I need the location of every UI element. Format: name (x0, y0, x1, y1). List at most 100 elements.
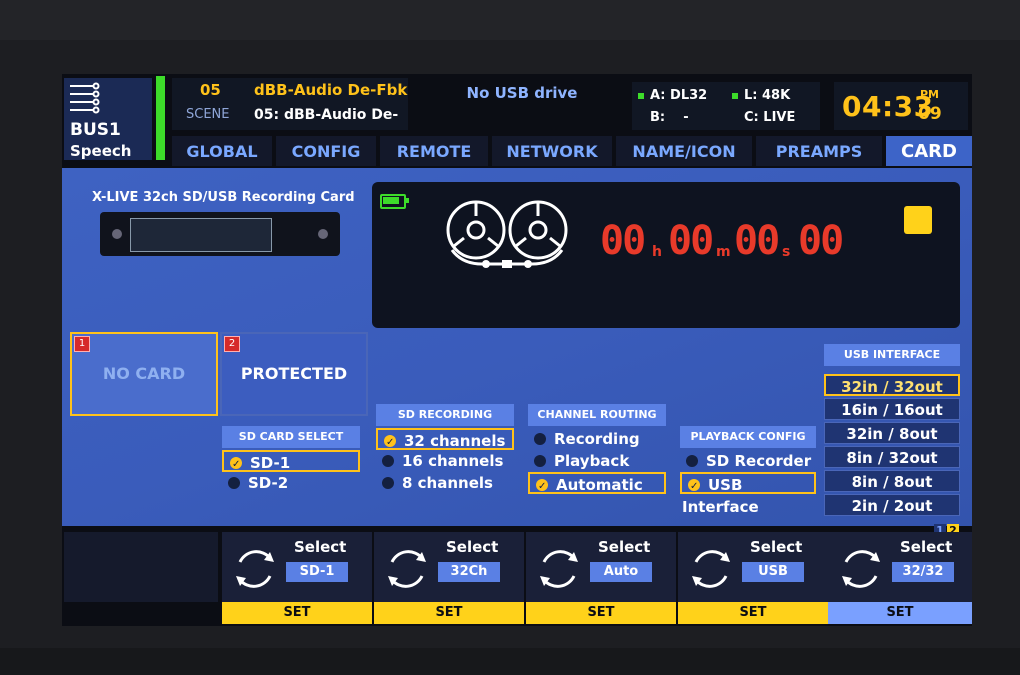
scene-label: SCENE (186, 107, 230, 122)
encoder-bar: 1 2 Select SD-1 SET Select 32Ch SET Sele… (62, 524, 972, 626)
scene-name: dBB-Audio De-Fbk (254, 81, 408, 99)
radio-off-icon (534, 432, 546, 445)
usb-option-32in-8out[interactable]: 32in / 8out (824, 422, 960, 444)
slot-number: 1 (74, 336, 90, 352)
rotary-encoder-icon (842, 550, 880, 588)
sd-slot-2[interactable]: 2 PROTECTED (220, 332, 368, 416)
option-32-channels[interactable]: 32 channels (376, 428, 514, 454)
set-button-3[interactable]: SET (526, 602, 676, 624)
card-title: X-LIVE 32ch SD/USB Recording Card (92, 190, 355, 205)
timecode-minutes: 00 (668, 218, 714, 264)
option-16-channels[interactable]: 16 channels (376, 450, 514, 472)
stop-button[interactable] (904, 206, 932, 234)
battery-icon (380, 194, 409, 209)
card-page: X-LIVE 32ch SD/USB Recording Card 00 h 0… (62, 168, 972, 526)
radio-on-icon (230, 454, 242, 476)
recording-card-icon (100, 212, 340, 256)
io-l: L: 48K (732, 88, 790, 103)
sd-slot-1[interactable]: 1 NO CARD (70, 332, 218, 416)
option-recording[interactable]: Recording (528, 428, 666, 450)
scene-number: 05 (200, 81, 221, 99)
encoder-label: Select (446, 538, 499, 556)
radio-on-icon (688, 476, 700, 498)
tab-name-icon[interactable]: NAME/ICON (616, 136, 752, 166)
usb-option-8in-32out[interactable]: 8in / 32out (824, 446, 960, 468)
usb-option-2in-2out[interactable]: 2in / 2out (824, 494, 960, 516)
rotary-encoder-icon (540, 550, 578, 588)
rotary-encoder-icon (692, 550, 730, 588)
bezel-top (0, 0, 1020, 40)
option-usb-interface[interactable]: USB Interface (680, 472, 816, 516)
encoder-label: Select (900, 538, 953, 556)
set-button-1[interactable]: SET (222, 602, 372, 624)
bus-list-icon (70, 82, 100, 114)
slot-number: 2 (224, 336, 240, 352)
usb-option-16in-16out[interactable]: 16in / 16out (824, 398, 960, 420)
encoder-value: SD-1 (286, 562, 348, 582)
bus-sub: Speech (70, 142, 132, 160)
encoder-1[interactable]: Select SD-1 (222, 532, 372, 602)
tab-card[interactable]: CARD (886, 136, 972, 166)
timecode-h-unit: h (652, 244, 662, 260)
bus-selector[interactable]: BUS1 Speech (64, 78, 152, 160)
timecode-s-unit: s (782, 244, 791, 260)
playback-config-title: PLAYBACK CONFIG (680, 426, 816, 448)
clock: 04:33 PM 09 (834, 82, 968, 130)
option-sd-recorder[interactable]: SD Recorder (680, 450, 816, 472)
option-sd-1[interactable]: SD-1 (222, 450, 360, 476)
usb-option-8in-8out[interactable]: 8in / 8out (824, 470, 960, 492)
timecode-seconds: 00 (734, 218, 780, 264)
tab-bar: GLOBAL CONFIG REMOTE NETWORK NAME/ICON P… (172, 136, 972, 166)
header-bar: BUS1 Speech 05 SCENE dBB-Audio De-Fbk 05… (62, 74, 972, 166)
usb-interface-title: USB INTERFACE (824, 344, 960, 366)
radio-off-icon (382, 476, 394, 489)
io-a: A: DL32 (638, 88, 707, 103)
usb-status: No USB drive (466, 84, 578, 102)
timecode-frames: 00 (798, 218, 844, 264)
mixer-screen: BUS1 Speech 05 SCENE dBB-Audio De-Fbk 05… (62, 74, 972, 626)
tab-preamps[interactable]: PREAMPS (756, 136, 882, 166)
tab-network[interactable]: NETWORK (492, 136, 612, 166)
channel-routing-title: CHANNEL ROUTING (528, 404, 666, 426)
option-automatic[interactable]: Automatic (528, 472, 666, 498)
radio-off-icon (382, 454, 394, 467)
radio-off-icon (534, 454, 546, 467)
card-screw-icon (318, 229, 328, 239)
tab-global[interactable]: GLOBAL (172, 136, 272, 166)
slot-status: NO CARD (102, 364, 186, 383)
encoder-label: Select (750, 538, 803, 556)
tab-remote[interactable]: REMOTE (380, 136, 488, 166)
scene-full-name: 05: dBB-Audio De- (254, 107, 399, 123)
tab-config[interactable]: CONFIG (276, 136, 376, 166)
rotary-encoder-icon (236, 550, 274, 588)
encoder-5[interactable]: Select 32/32 (828, 532, 972, 602)
set-button-5[interactable]: SET (828, 602, 972, 624)
encoder-2[interactable]: Select 32Ch (374, 532, 524, 602)
timecode-hours: 00 (600, 218, 646, 264)
option-sd-2[interactable]: SD-2 (222, 472, 360, 494)
scene-info[interactable]: 05 SCENE dBB-Audio De-Fbk 05: dBB-Audio … (172, 78, 408, 130)
encoder-value: USB (742, 562, 804, 582)
timecode-m-unit: m (716, 244, 731, 260)
usb-option-32in-32out[interactable]: 32in / 32out (824, 374, 960, 396)
io-b: B: - (650, 110, 689, 125)
set-button-2[interactable]: SET (374, 602, 524, 624)
rotary-encoder-icon (388, 550, 426, 588)
encoder-value: Auto (590, 562, 652, 582)
option-8-channels[interactable]: 8 channels (376, 472, 514, 494)
bus-color-strip (156, 76, 165, 160)
status-dot-icon (732, 92, 738, 99)
card-slot-graphic (130, 218, 272, 252)
encoder-4[interactable]: Select USB (678, 532, 828, 602)
radio-on-icon (384, 432, 396, 454)
encoder-empty (64, 532, 218, 602)
clock-seconds: 09 (918, 104, 942, 124)
recorder-panel: 00 h 00 m 00 s 00 (372, 182, 960, 328)
encoder-value: 32Ch (438, 562, 500, 582)
io-c: C: LIVE (744, 110, 796, 125)
encoder-3[interactable]: Select Auto (526, 532, 676, 602)
set-button-4[interactable]: SET (678, 602, 828, 624)
io-status: A: DL32 B: - L: 48K C: LIVE (632, 82, 820, 130)
radio-off-icon (686, 454, 698, 467)
option-playback[interactable]: Playback (528, 450, 666, 472)
